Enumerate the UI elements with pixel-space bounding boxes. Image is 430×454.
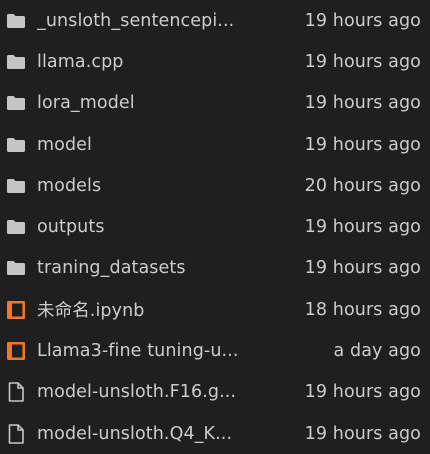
file-name: models	[37, 175, 102, 196]
file-name: 未命名.ipynb	[37, 301, 145, 322]
file-modified: 19 hours ago	[304, 10, 421, 31]
list-item[interactable]: model-unsloth.Q4_K... 19 hours ago	[0, 413, 430, 454]
file-name: lora_model	[37, 93, 135, 114]
folder-icon	[6, 11, 26, 31]
file-modified: 19 hours ago	[304, 258, 421, 279]
file-name: Llama3-fine tuning-u...	[37, 341, 237, 362]
file-modified: a day ago	[333, 341, 421, 362]
folder-icon	[6, 217, 26, 237]
folder-icon	[6, 135, 26, 155]
file-modified: 19 hours ago	[304, 134, 421, 155]
list-item[interactable]: _unsloth_sentencepi... 19 hours ago	[0, 0, 430, 41]
folder-icon	[6, 93, 26, 113]
folder-icon	[6, 258, 26, 278]
file-name: model-unsloth.F16.g...	[37, 382, 237, 403]
notebook-icon	[6, 300, 26, 320]
file-modified: 19 hours ago	[304, 382, 421, 403]
file-name: llama.cpp	[37, 51, 124, 72]
file-name: _unsloth_sentencepi...	[37, 10, 235, 31]
file-name: model-unsloth.Q4_K...	[37, 423, 233, 444]
file-modified: 18 hours ago	[304, 299, 421, 320]
file-browser-list: _unsloth_sentencepi... 19 hours ago llam…	[0, 0, 430, 451]
list-item[interactable]: outputs 19 hours ago	[0, 206, 430, 247]
file-name: traning_datasets	[37, 258, 186, 279]
list-item[interactable]: model 19 hours ago	[0, 124, 430, 165]
file-icon	[6, 423, 26, 444]
list-item[interactable]: 未命名.ipynb 18 hours ago	[0, 289, 430, 330]
list-item[interactable]: traning_datasets 19 hours ago	[0, 248, 430, 289]
list-item[interactable]: model-unsloth.F16.g... 19 hours ago	[0, 372, 430, 413]
file-icon	[6, 382, 26, 403]
folder-icon	[6, 52, 26, 72]
file-name: model	[37, 134, 92, 155]
list-item[interactable]: lora_model 19 hours ago	[0, 83, 430, 124]
file-modified: 19 hours ago	[304, 217, 421, 238]
folder-icon	[6, 176, 26, 196]
file-name: outputs	[37, 217, 105, 238]
notebook-icon	[6, 341, 26, 361]
file-modified: 19 hours ago	[304, 51, 421, 72]
list-item[interactable]: models 20 hours ago	[0, 165, 430, 206]
file-modified: 19 hours ago	[304, 93, 421, 114]
list-item[interactable]: Llama3-fine tuning-u... a day ago	[0, 330, 430, 371]
file-modified: 19 hours ago	[304, 423, 421, 444]
list-item[interactable]: llama.cpp 19 hours ago	[0, 41, 430, 82]
file-modified: 20 hours ago	[304, 175, 421, 196]
